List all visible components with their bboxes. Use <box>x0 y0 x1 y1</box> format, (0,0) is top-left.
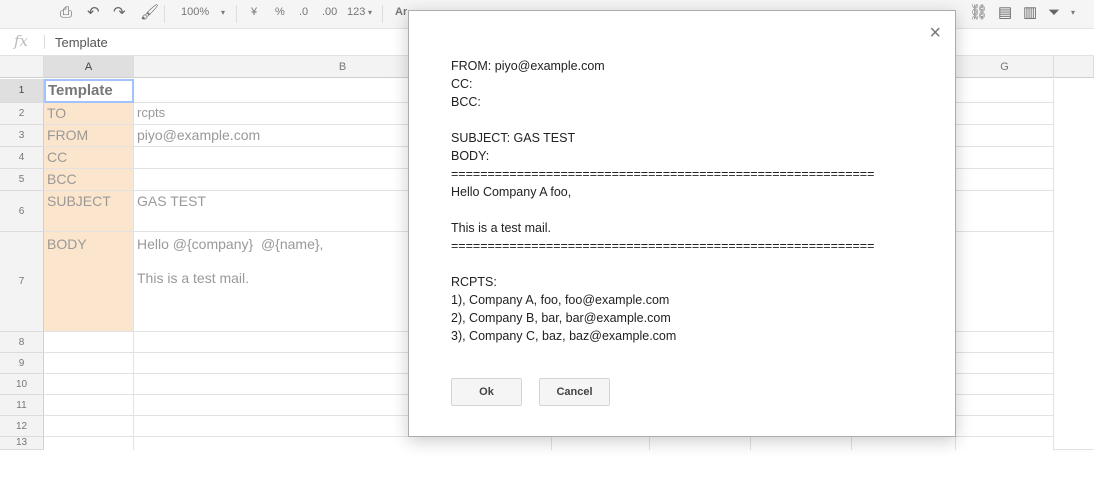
filter-icon[interactable]: ⏷ <box>1048 4 1060 22</box>
font-select[interactable]: Ar <box>395 6 407 18</box>
row-header[interactable]: 5 <box>0 169 44 191</box>
empty-cell[interactable] <box>956 191 1054 232</box>
undo-icon[interactable]: ↶ <box>87 4 100 22</box>
zoom-select[interactable]: 100% <box>181 6 209 18</box>
empty-cell[interactable] <box>956 332 1054 353</box>
print-icon[interactable]: ⎙ <box>60 4 72 22</box>
empty-cell[interactable] <box>552 437 650 450</box>
label-cell-body[interactable]: BODY <box>44 232 134 332</box>
row-header[interactable]: 11 <box>0 395 44 416</box>
label-cell-subject[interactable]: SUBJECT <box>44 191 134 232</box>
select-all-corner[interactable] <box>0 56 44 78</box>
empty-cell[interactable] <box>956 79 1054 103</box>
column-header-g[interactable]: G <box>956 56 1054 78</box>
label-cell-bcc[interactable]: BCC <box>44 169 134 191</box>
cell-a1[interactable]: Template <box>44 79 134 103</box>
empty-cell[interactable] <box>44 353 134 374</box>
row-header[interactable]: 2 <box>0 103 44 125</box>
row-header[interactable]: 1 <box>0 79 44 103</box>
empty-cell[interactable] <box>956 103 1054 125</box>
empty-cell[interactable] <box>956 437 1054 450</box>
chart-icon[interactable]: ▥ <box>1023 4 1037 22</box>
row-header[interactable]: 6 <box>0 191 44 232</box>
link-icon[interactable]: ⛓ <box>969 4 988 22</box>
chevron-down-icon[interactable]: ▾ <box>221 8 225 17</box>
row-header[interactable]: 4 <box>0 147 44 169</box>
ok-button[interactable]: Ok <box>451 378 522 406</box>
row-header[interactable]: 10 <box>0 374 44 395</box>
decrease-decimal-button[interactable]: .0 <box>299 6 308 18</box>
fx-icon: fx <box>14 32 29 50</box>
more-formats-button[interactable]: 123 <box>347 6 365 18</box>
row-header[interactable]: 8 <box>0 332 44 353</box>
empty-cell[interactable] <box>956 125 1054 147</box>
column-header-a[interactable]: A <box>44 56 134 78</box>
empty-cell[interactable] <box>650 437 751 450</box>
chevron-down-icon[interactable]: ▾ <box>368 8 372 17</box>
label-cell-cc[interactable]: CC <box>44 147 134 169</box>
empty-cell[interactable] <box>956 147 1054 169</box>
label-cell-from[interactable]: FROM <box>44 125 134 147</box>
row-header[interactable]: 7 <box>0 232 44 332</box>
percent-button[interactable]: % <box>275 6 285 18</box>
toolbar-divider <box>382 5 383 23</box>
currency-button[interactable]: ¥ <box>251 6 257 18</box>
row-header[interactable]: 3 <box>0 125 44 147</box>
increase-decimal-button[interactable]: .00 <box>322 6 337 18</box>
empty-cell[interactable] <box>1054 79 1094 450</box>
toolbar-divider <box>236 5 237 23</box>
cancel-button[interactable]: Cancel <box>539 378 610 406</box>
row-header[interactable]: 12 <box>0 416 44 437</box>
formula-divider <box>44 35 45 49</box>
empty-cell[interactable] <box>956 374 1054 395</box>
empty-cell[interactable] <box>956 353 1054 374</box>
empty-cell[interactable] <box>44 374 134 395</box>
dialog-content: FROM: piyo@example.com CC: BCC: SUBJECT:… <box>451 59 875 343</box>
chevron-down-icon[interactable]: ▾ <box>1071 8 1075 17</box>
empty-cell[interactable] <box>44 416 134 437</box>
label-cell-to[interactable]: TO <box>44 103 134 125</box>
row-header[interactable]: 9 <box>0 353 44 374</box>
empty-cell[interactable] <box>956 416 1054 437</box>
empty-cell[interactable] <box>44 332 134 353</box>
close-icon[interactable]: × <box>929 23 941 43</box>
paint-format-icon[interactable]: 🖌 <box>140 4 159 22</box>
empty-cell[interactable] <box>852 437 956 450</box>
empty-cell[interactable] <box>44 395 134 416</box>
column-header-h[interactable] <box>1054 56 1094 78</box>
row-header[interactable]: 13 <box>0 437 44 450</box>
empty-cell[interactable] <box>134 437 552 450</box>
redo-icon[interactable]: ↷ <box>113 4 126 22</box>
empty-cell[interactable] <box>956 395 1054 416</box>
preview-dialog: × FROM: piyo@example.com CC: BCC: SUBJEC… <box>408 10 956 437</box>
formula-input[interactable]: Template <box>55 35 108 50</box>
empty-cell[interactable] <box>44 437 134 450</box>
empty-cell[interactable] <box>956 169 1054 191</box>
empty-cell[interactable] <box>751 437 852 450</box>
toolbar-divider <box>164 5 165 23</box>
comment-icon[interactable]: ▤ <box>998 4 1012 22</box>
empty-cell[interactable] <box>956 232 1054 332</box>
